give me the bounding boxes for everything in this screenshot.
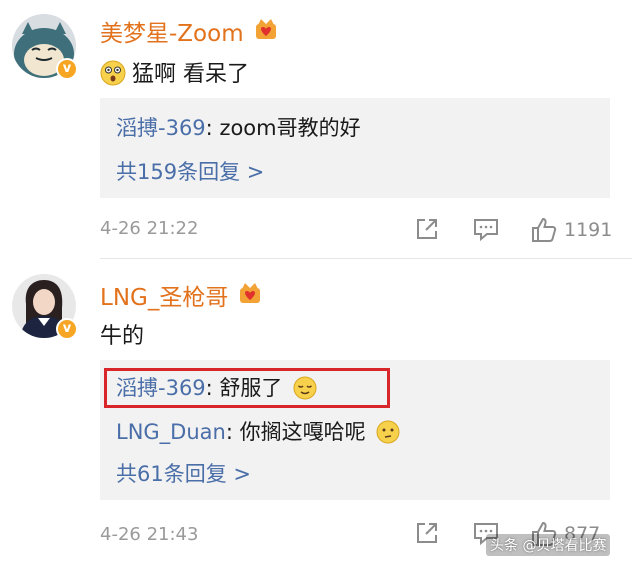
comment-thread: v 美梦星-Zoom 猛啊 看呆了 滔搏-369: zoom哥教的好 共159条… [0, 0, 632, 567]
avatar[interactable]: v [12, 14, 78, 80]
more-replies-link[interactable]: 共61条回复 > [116, 458, 251, 488]
verified-badge-icon: v [56, 318, 78, 340]
reply-item[interactable]: 滔搏-369: zoom哥教的好 [116, 112, 361, 142]
reply-separator: : [205, 116, 220, 140]
comment-text: 牛的 [100, 324, 145, 349]
thinking-face-emoji-icon [376, 420, 400, 444]
share-icon [417, 523, 437, 543]
username[interactable]: LNG_圣枪哥 [100, 278, 228, 312]
reply-text: zoom哥教的好 [219, 116, 361, 140]
share-icon [417, 219, 437, 239]
reply-author[interactable]: 滔搏-369 [116, 116, 206, 140]
timestamp: 4-26 21:43 [100, 524, 199, 545]
comment-item: v 美梦星-Zoom 猛啊 看呆了 滔搏-369: zoom哥教的好 共159条… [0, 0, 632, 258]
watermark: 头条 @贝塔看比赛 [486, 534, 611, 556]
timestamp: 4-26 21:22 [100, 218, 199, 239]
reply-author[interactable]: LNG_Duan [116, 420, 226, 444]
avatar[interactable]: v [12, 274, 78, 340]
reply-item[interactable]: LNG_Duan: 你搁这嘎哈呢 [116, 416, 406, 446]
comment-item: v LNG_圣枪哥 牛的 滔搏-369: 舒服了 LNG_Duan: 你搁这嘎哈… [0, 262, 632, 567]
comment-icon [474, 219, 498, 242]
like-count: 1191 [564, 219, 613, 241]
like-button[interactable]: 1191 [530, 216, 612, 244]
verified-badge-icon: v [56, 58, 78, 80]
reply-text: 你搁这嘎哈呢 [239, 420, 366, 444]
highlight-box [104, 368, 390, 408]
thumbs-up-icon [532, 217, 557, 242]
reply-separator: : [225, 420, 240, 444]
crown-heart-icon [256, 19, 276, 39]
divider [100, 258, 632, 259]
comment-reply-button[interactable] [472, 216, 500, 242]
crown-heart-icon [240, 283, 260, 303]
share-button[interactable] [414, 520, 440, 546]
astonished-face-emoji-icon [100, 60, 126, 86]
more-replies-link[interactable]: 共159条回复 > [116, 156, 264, 186]
comment-text: 猛啊 看呆了 [100, 56, 249, 88]
comment-text-content: 猛啊 看呆了 [132, 62, 249, 87]
reply-box[interactable]: 滔搏-369: zoom哥教的好 共159条回复 > [100, 98, 610, 198]
username[interactable]: 美梦星-Zoom [100, 14, 244, 48]
share-button[interactable] [414, 216, 440, 242]
